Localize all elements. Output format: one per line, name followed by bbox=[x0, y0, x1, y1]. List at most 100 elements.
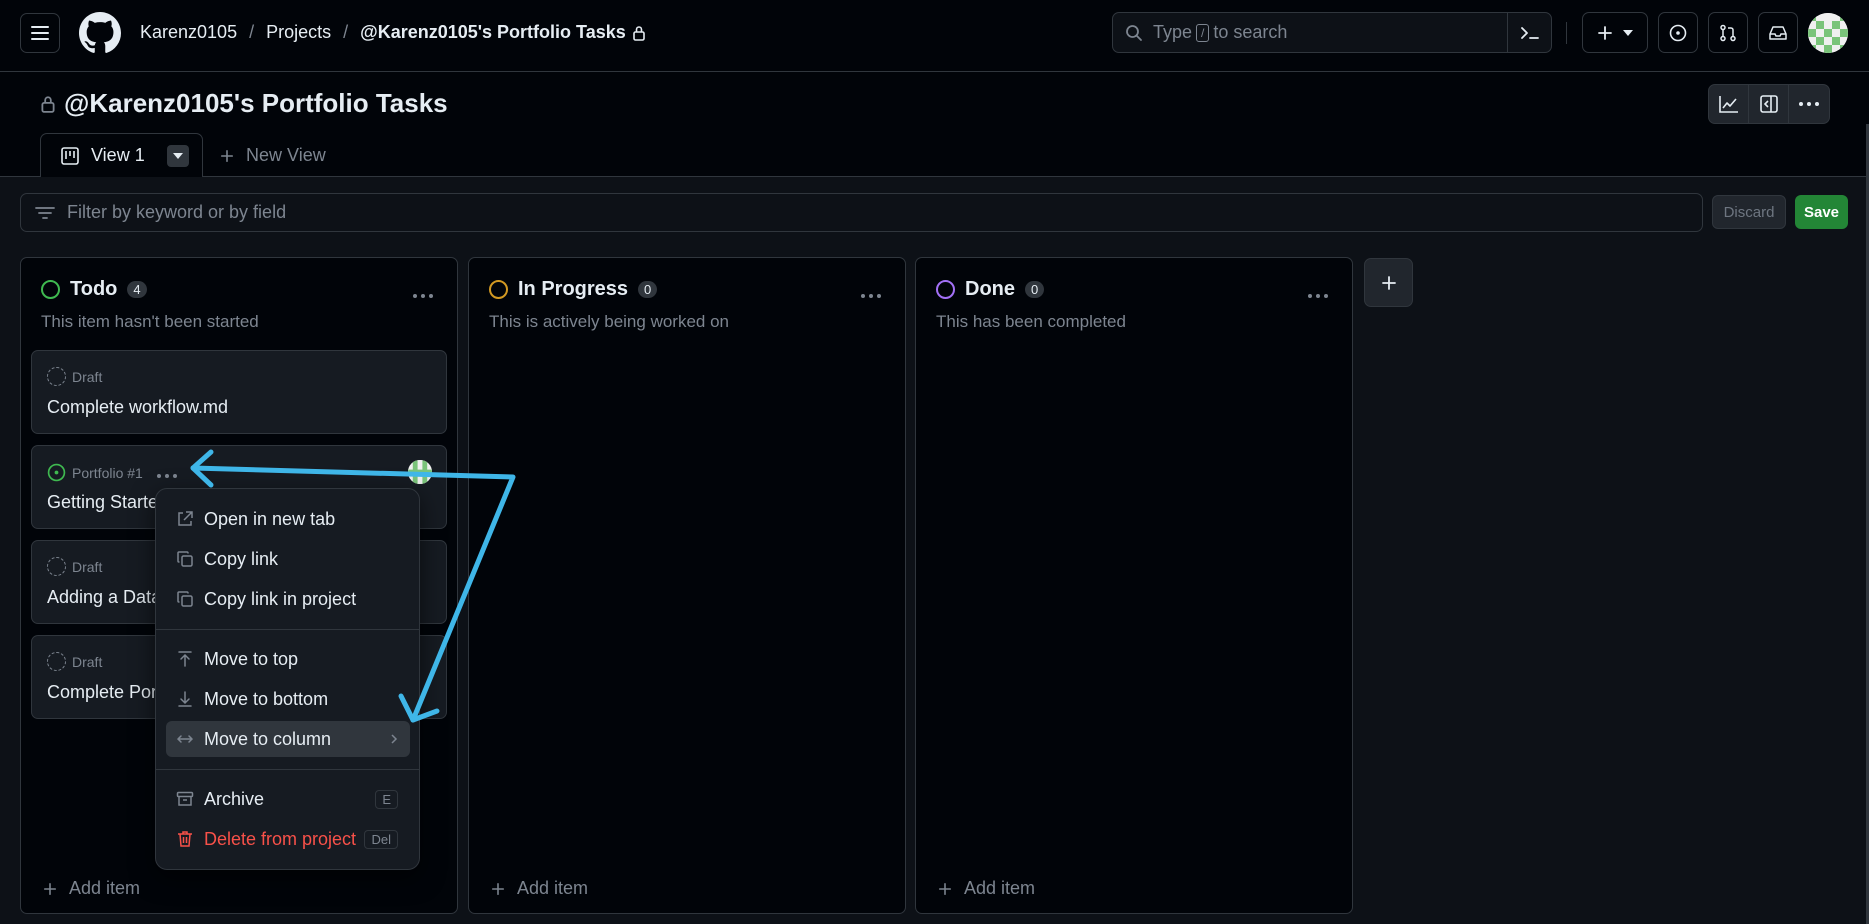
arrow-up-icon bbox=[178, 651, 192, 667]
column-count: 4 bbox=[127, 281, 147, 298]
draft-issue-icon bbox=[47, 367, 66, 386]
kebab-horizontal-icon bbox=[413, 294, 433, 298]
menu-item-move-to-top[interactable]: Move to top bbox=[166, 641, 410, 677]
triangle-down-icon bbox=[1623, 29, 1633, 36]
inbox-button[interactable] bbox=[1758, 12, 1798, 53]
new-view-label: New View bbox=[246, 145, 326, 165]
card-title[interactable]: Complete workflow.md bbox=[47, 397, 228, 418]
card-meta: Draft bbox=[47, 367, 102, 386]
arrows-horizontal-icon bbox=[176, 735, 194, 743]
column-header: Done 0 bbox=[936, 278, 1045, 301]
column-menu-button[interactable] bbox=[1308, 278, 1328, 304]
chevron-right-icon bbox=[390, 729, 398, 750]
project-more-button[interactable] bbox=[1789, 85, 1829, 123]
discard-button[interactable]: Discard bbox=[1712, 195, 1786, 229]
menu-item-archive[interactable]: Archive E bbox=[166, 781, 410, 817]
draft-issue-icon bbox=[47, 652, 66, 671]
status-circle-icon bbox=[936, 280, 955, 299]
menu-item-label: Archive bbox=[204, 788, 265, 809]
menu-icon bbox=[31, 26, 49, 40]
add-item-button[interactable]: Add item bbox=[43, 878, 140, 899]
menu-item-delete-from-project[interactable]: Delete from project Del bbox=[166, 821, 410, 857]
draft-issue-icon bbox=[47, 557, 66, 576]
menu-item-move-to-bottom[interactable]: Move to bottom bbox=[166, 681, 410, 717]
menu-item-label: Copy link in project bbox=[204, 588, 357, 609]
kebab-horizontal-icon bbox=[1308, 294, 1328, 298]
header-divider bbox=[1566, 22, 1567, 44]
menu-item-label: Open in new tab bbox=[204, 508, 336, 529]
breadcrumb-project[interactable]: @Karenz0105's Portfolio Tasks bbox=[360, 22, 626, 43]
column-menu-button[interactable] bbox=[413, 278, 433, 304]
insights-button[interactable] bbox=[1709, 85, 1749, 123]
add-item-button[interactable]: Add item bbox=[938, 878, 1035, 899]
add-item-label: Add item bbox=[517, 878, 589, 898]
plus-icon bbox=[938, 882, 952, 895]
card-menu-button[interactable] bbox=[156, 462, 177, 483]
issue-opened-icon bbox=[1669, 24, 1687, 41]
breadcrumb-projects[interactable]: Projects bbox=[266, 22, 331, 43]
column-done: Done 0 This has been completed Add item bbox=[915, 257, 1353, 914]
filter-input[interactable]: Filter by keyword or by field bbox=[20, 193, 1703, 232]
menu-item-label: Move to top bbox=[204, 648, 299, 669]
pull-requests-button[interactable] bbox=[1708, 12, 1748, 53]
card-meta-label: Draft bbox=[72, 653, 103, 670]
column-name: Todo bbox=[70, 278, 118, 300]
kebab-horizontal-icon bbox=[1799, 102, 1819, 106]
search-icon bbox=[1126, 24, 1142, 41]
plus-icon bbox=[491, 882, 505, 895]
card-title[interactable]: Complete Por bbox=[47, 682, 157, 703]
create-new-button[interactable] bbox=[1582, 12, 1648, 53]
column-description: This item hasn't been started bbox=[41, 312, 259, 331]
menu-item-open-new-tab[interactable]: Open in new tab bbox=[166, 501, 410, 537]
global-search-input[interactable]: Type / to search bbox=[1112, 12, 1552, 53]
add-column-button[interactable] bbox=[1364, 258, 1413, 307]
save-button[interactable]: Save bbox=[1795, 195, 1848, 229]
column-menu-button[interactable] bbox=[861, 278, 881, 304]
command-palette-button[interactable] bbox=[1507, 13, 1551, 52]
project-title: @Karenz0105's Portfolio Tasks bbox=[40, 88, 448, 119]
terminal-icon bbox=[1520, 26, 1539, 39]
arrow-down-icon bbox=[178, 691, 192, 707]
shortcut-key: E bbox=[375, 789, 398, 809]
card-title[interactable]: Adding a Data bbox=[47, 587, 161, 608]
assignee-avatar[interactable] bbox=[408, 460, 432, 484]
kebab-horizontal-icon bbox=[861, 294, 881, 298]
view-options-button[interactable] bbox=[166, 144, 189, 167]
card-meta: Portfolio #1 bbox=[47, 462, 177, 483]
git-pull-request-icon bbox=[1720, 24, 1736, 41]
external-link-icon bbox=[178, 511, 193, 526]
breadcrumb-owner[interactable]: Karenz0105 bbox=[140, 22, 237, 43]
project-actions bbox=[1708, 84, 1830, 124]
user-avatar[interactable] bbox=[1808, 13, 1848, 53]
card-item[interactable]: Draft Complete workflow.md bbox=[31, 350, 447, 434]
add-item-button[interactable]: Add item bbox=[491, 878, 588, 899]
add-item-label: Add item bbox=[69, 878, 141, 898]
card-title[interactable]: Getting Starte bbox=[47, 492, 158, 513]
github-logo-icon[interactable] bbox=[79, 12, 121, 54]
column-description: This is actively being worked on bbox=[489, 312, 730, 331]
kebab-horizontal-icon bbox=[156, 474, 177, 478]
breadcrumb-separator: / bbox=[249, 22, 255, 42]
project-title-text[interactable]: @Karenz0105's Portfolio Tasks bbox=[64, 88, 448, 119]
inbox-icon bbox=[1769, 25, 1787, 40]
menu-item-copy-link-in-project[interactable]: Copy link in project bbox=[166, 581, 410, 617]
copy-icon bbox=[177, 591, 193, 607]
identicon-icon bbox=[1808, 13, 1848, 53]
add-item-label: Add item bbox=[964, 878, 1036, 898]
issues-button[interactable] bbox=[1658, 12, 1698, 53]
filter-placeholder: Filter by keyword or by field bbox=[67, 202, 287, 222]
menu-item-label: Move to bottom bbox=[204, 688, 329, 709]
search-shortcut-key: / bbox=[1196, 23, 1210, 42]
tab-label: View 1 bbox=[91, 145, 145, 165]
tab-view-1[interactable]: View 1 bbox=[40, 133, 203, 177]
menu-item-copy-link[interactable]: Copy link bbox=[166, 541, 410, 577]
project-board-icon bbox=[61, 146, 79, 165]
side-panel-button[interactable] bbox=[1749, 85, 1789, 123]
new-view-button[interactable]: New View bbox=[220, 145, 326, 166]
menu-divider bbox=[156, 769, 419, 770]
card-meta-label: Draft bbox=[72, 558, 103, 575]
hamburger-menu-button[interactable] bbox=[20, 13, 60, 53]
column-count: 0 bbox=[1025, 281, 1045, 298]
column-name: In Progress bbox=[518, 278, 629, 300]
menu-item-move-to-column[interactable]: Move to column bbox=[166, 721, 410, 757]
